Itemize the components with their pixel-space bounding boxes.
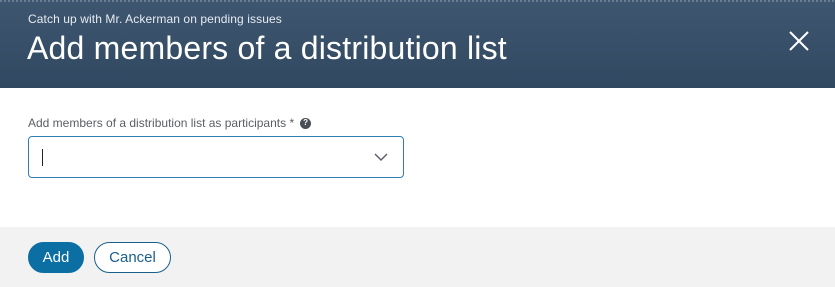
close-button[interactable] (786, 28, 812, 54)
cancel-button[interactable]: Cancel (94, 242, 171, 273)
close-icon (789, 31, 809, 51)
dialog-title: Add members of a distribution list (27, 30, 507, 66)
dialog-subtitle: Catch up with Mr. Ackerman on pending is… (28, 12, 282, 26)
distribution-list-input[interactable] (39, 145, 359, 169)
chevron-down-icon[interactable] (373, 150, 389, 164)
participants-label-text: Add members of a distribution list as pa… (28, 116, 295, 130)
participants-field-label: Add members of a distribution list as pa… (28, 116, 312, 130)
dialog: Catch up with Mr. Ackerman on pending is… (0, 0, 835, 287)
help-icon[interactable]: ? (300, 117, 312, 129)
distribution-list-select[interactable] (28, 136, 404, 178)
dialog-body: Add members of a distribution list as pa… (0, 88, 835, 227)
text-cursor (42, 149, 43, 166)
dialog-header: Catch up with Mr. Ackerman on pending is… (0, 0, 835, 88)
header-drag-handle (0, 0, 835, 2)
dialog-footer: Add Cancel (0, 227, 835, 287)
add-button[interactable]: Add (28, 242, 84, 273)
